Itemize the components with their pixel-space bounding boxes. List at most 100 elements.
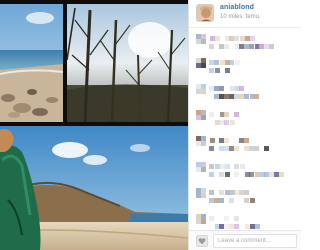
comment-text-pixel [209, 86, 214, 91]
comment-avatar-pixel [201, 115, 206, 120]
user-avatar[interactable] [196, 4, 214, 22]
comment-text-pixel [244, 190, 249, 195]
comment-avatar-pixel [196, 136, 201, 141]
comment-avatar-pixel [201, 63, 206, 68]
comment-text-pixel [224, 120, 229, 125]
comment-text-pixel [239, 44, 244, 49]
collage-photo-forest [66, 4, 188, 123]
comment-text-pixel [239, 190, 244, 195]
comment-text-pixel [244, 198, 249, 203]
comment-avatar-pixel [201, 89, 206, 94]
comment-text-pixel [214, 86, 219, 91]
post-header: aniablond 10 miles. temu. [189, 0, 301, 28]
collage-photo-shore [0, 4, 64, 122]
comment-text-pixel [269, 172, 274, 177]
comment-text-pixel [240, 36, 245, 41]
comment-avatar-pixel [201, 188, 206, 193]
comment-text-pixel [224, 44, 229, 49]
comment-text-pixel [244, 44, 249, 49]
comment-avatar-pixel [201, 214, 206, 219]
collage-photo-beach [0, 126, 188, 250]
comment-text-pixel [255, 224, 260, 229]
comment-text-pixel [209, 190, 214, 195]
comment-text-pixel [239, 94, 244, 99]
comment-text-pixel [229, 36, 234, 41]
comment-text-pixel [230, 120, 235, 125]
comment-text-pixel [234, 146, 239, 151]
comment-avatar-pixel [201, 84, 206, 89]
comment-text-pixel [219, 224, 224, 229]
comment-text-pixel [250, 198, 255, 203]
heart-icon[interactable] [196, 235, 208, 247]
comment-avatar-pixel [196, 141, 201, 146]
comment-text-pixel [264, 44, 269, 49]
comment-text-pixel [224, 94, 229, 99]
comment-text-pixel [250, 224, 255, 229]
comment-text-pixel [225, 172, 230, 177]
comment-text-pixel [234, 36, 239, 41]
comment-text-pixel [220, 60, 225, 65]
comment-text-pixel [234, 94, 239, 99]
comment-text-pixel [219, 198, 224, 203]
comment-text-pixel [234, 112, 239, 117]
comment-text-pixel [230, 190, 235, 195]
comment-text-pixel [229, 198, 234, 203]
comment-text-pixel [210, 138, 215, 143]
comment-text-pixel [214, 60, 219, 65]
comment-avatar-pixel [196, 188, 201, 193]
comment-text-pixel [255, 172, 260, 177]
comment-avatar-pixel [201, 219, 206, 224]
comment-text-pixel [274, 172, 279, 177]
comment-text-pixel [269, 44, 274, 49]
comment-text-pixel [209, 68, 214, 73]
comment-avatar-pixel [201, 162, 206, 167]
comment-text-pixel [224, 216, 229, 221]
comment-avatar-pixel [196, 84, 201, 89]
comment-text-pixel [230, 86, 235, 91]
comment-avatar-pixel [201, 39, 206, 44]
comment-text-pixel [234, 172, 239, 177]
comment-avatar-pixel [196, 193, 201, 198]
comment-text-pixel [224, 138, 229, 143]
comment-text-pixel [219, 146, 224, 151]
comment-text-pixel [240, 164, 245, 169]
comment-avatar-pixel [201, 136, 206, 141]
comment-text-pixel [259, 44, 264, 49]
comment-text-pixel [225, 68, 230, 73]
comment-text-pixel [215, 36, 220, 41]
comment-text-pixel [264, 172, 269, 177]
comment-text-pixel [224, 146, 229, 151]
comment-text-pixel [219, 138, 224, 143]
post-side-panel: aniablond 10 miles. temu. [188, 0, 301, 250]
comment-avatar-pixel [196, 162, 201, 167]
comment-text-pixel [219, 86, 224, 91]
comment-text-pixel [245, 36, 250, 41]
comment-avatar-pixel [196, 115, 201, 120]
comment-input[interactable] [213, 234, 297, 248]
comment-avatar-pixel [196, 58, 201, 63]
comment-avatar-pixel [196, 167, 201, 172]
comment-text-pixel [224, 224, 229, 229]
comment-avatar-pixel [201, 110, 206, 115]
comment-text-pixel [234, 224, 239, 229]
username-link[interactable]: aniablond [220, 4, 254, 11]
comment-avatar-pixel [201, 141, 206, 146]
comment-text-pixel [210, 36, 215, 41]
comment-text-pixel [245, 224, 250, 229]
comment-text-pixel [264, 146, 269, 151]
comment-text-pixel [209, 198, 214, 203]
comment-avatar-pixel [196, 219, 201, 224]
comment-text-pixel [214, 94, 219, 99]
comment-text-pixel [209, 44, 214, 49]
comment-text-pixel [244, 138, 249, 143]
comment-text-pixel [254, 94, 259, 99]
comment-text-pixel [209, 60, 214, 65]
comment-text-pixel [229, 94, 234, 99]
comment-text-pixel [219, 94, 224, 99]
post-photo-collage[interactable] [0, 0, 188, 250]
comment-text-pixel [229, 224, 234, 229]
comment-text-pixel [249, 172, 254, 177]
comment-text-pixel [229, 146, 234, 151]
comment-text-pixel [209, 164, 214, 169]
comment-text-pixel [279, 172, 284, 177]
